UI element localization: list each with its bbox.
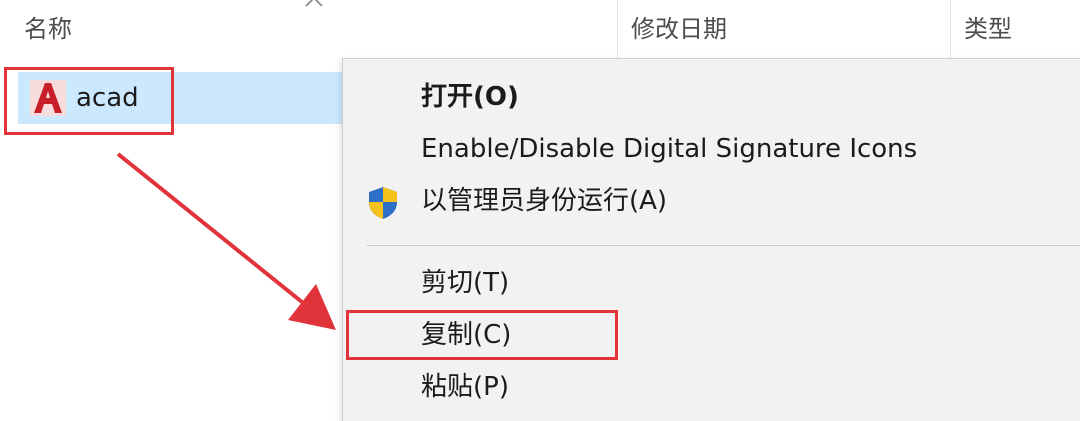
annotation-box-copy — [346, 310, 618, 360]
menu-item-label: 打开(O) — [421, 82, 519, 112]
column-divider[interactable] — [617, 0, 618, 58]
column-header-type[interactable]: 类型 — [964, 0, 1012, 58]
menu-separator — [367, 245, 1080, 246]
menu-item-label: 剪切(T) — [421, 268, 510, 298]
menu-item-label: Enable/Disable Digital Signature Icons — [421, 134, 918, 164]
menu-item-digital-signature-icons[interactable]: Enable/Disable Digital Signature Icons — [343, 123, 1080, 175]
menu-item-label: 粘贴(P) — [421, 372, 509, 402]
menu-item-run-as-admin[interactable]: 以管理员身份运行(A) — [343, 175, 1080, 227]
sort-chevron-up-icon[interactable] — [304, 0, 324, 8]
uac-shield-icon — [369, 187, 397, 219]
menu-item-open[interactable]: 打开(O) — [343, 71, 1080, 123]
menu-item-cut[interactable]: 剪切(T) — [343, 257, 1080, 309]
column-divider[interactable] — [950, 0, 951, 58]
column-header-date[interactable]: 修改日期 — [631, 0, 727, 58]
context-menu: 打开(O) Enable/Disable Digital Signature I… — [342, 58, 1080, 421]
menu-item-label: 以管理员身份运行(A) — [421, 186, 668, 216]
menu-item-paste[interactable]: 粘贴(P) — [343, 361, 1080, 413]
annotation-box-file — [4, 67, 174, 135]
column-header-name[interactable]: 名称 — [24, 0, 72, 58]
column-header-bar: 名称 修改日期 类型 — [0, 0, 1080, 58]
